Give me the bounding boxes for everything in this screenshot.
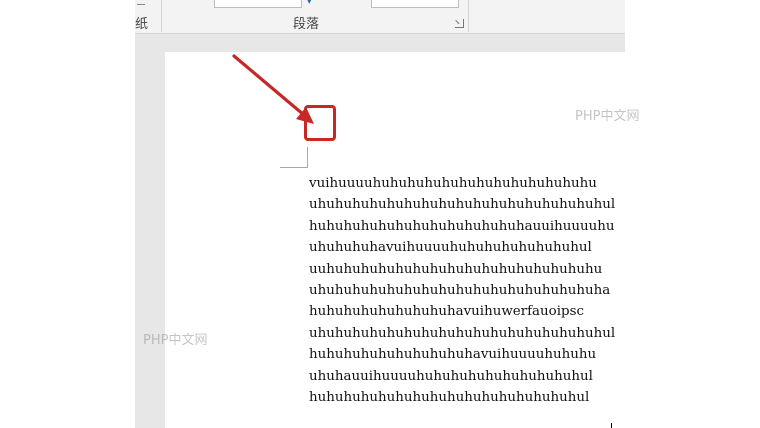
- document-line[interactable]: uhuhuhuhuhuhuhuhuhuhuhuhuhuhuhuhuhul: [309, 194, 625, 215]
- document-page[interactable]: vuihuuuuhuhuhuhuhuhuhuhuhuhuhuhuhu uhuhuh…: [165, 52, 625, 428]
- document-line[interactable]: uuhuhuhuhuhuhuhuhuhuhuhuhuhuhuhuhu: [309, 259, 625, 280]
- document-line[interactable]: uhuhuhuhuhuhuhuhuhuhuhuhuhuhuhuhuha: [309, 280, 625, 301]
- ribbon-separator: [161, 0, 162, 32]
- text-cursor: [611, 423, 612, 428]
- watermark-text: PHP中文网: [575, 109, 640, 124]
- document-line[interactable]: vuihuuuuhuhuhuhuhuhuhuhuhuhuhuhuhu: [309, 173, 625, 194]
- paragraph-dialog-launcher-icon[interactable]: [455, 19, 464, 28]
- document-line[interactable]: huhuhuhuhuhuhuhuhuhavuihuuuuhuhuhu: [309, 344, 625, 365]
- indent-input[interactable]: [214, 0, 302, 8]
- document-body-text[interactable]: vuihuuuuhuhuhuhuhuhuhuhuhuhuhuhuhu uhuhuh…: [309, 173, 625, 408]
- page-setup-group-label: 纸: [135, 17, 149, 32]
- document-line[interactable]: huhuhuhuhuhuhuhuhuhuhuhuhuhuhuhul: [309, 387, 625, 408]
- document-line[interactable]: uhuhauuihuuuuhuhuhuhuhuhuhuhuhuhul: [309, 366, 625, 387]
- word-window: 纸 ▾ 段落 vuihuuuuhuhuhuhuhuhuhuhuhuhuhuhuh…: [135, 0, 625, 428]
- document-line[interactable]: uhuhuhuhuhuhuhuhuhuhuhuhuhuhuhuhuhul: [309, 323, 625, 344]
- ribbon-separator: [468, 0, 469, 32]
- document-line[interactable]: uhuhuhuhavuihuuuuhuhuhuhuhuhuhuhul: [309, 237, 625, 258]
- watermark-text: PHP中文网: [143, 333, 208, 348]
- margin-corner-mark: [280, 147, 308, 168]
- spacing-input[interactable]: [371, 0, 459, 8]
- paragraph-group-label: 段落: [293, 17, 320, 32]
- ribbon: 纸 ▾ 段落: [135, 0, 625, 34]
- document-line[interactable]: huhuhuhuhuhuhuhuhuhuhuhuhauuihuuuuhu: [309, 216, 625, 237]
- spinner-icon[interactable]: ▾: [307, 0, 312, 7]
- screenshot-frame: 纸 ▾ 段落 vuihuuuuhuhuhuhuhuhuhuhuhuhuhuhuh…: [0, 0, 760, 428]
- ribbon-glyph-icon: [137, 0, 145, 5]
- annotation-highlight-box: [304, 105, 336, 141]
- document-line[interactable]: huhuhuhuhuhuhuhuhavuihuwerfauoipsc: [309, 301, 625, 322]
